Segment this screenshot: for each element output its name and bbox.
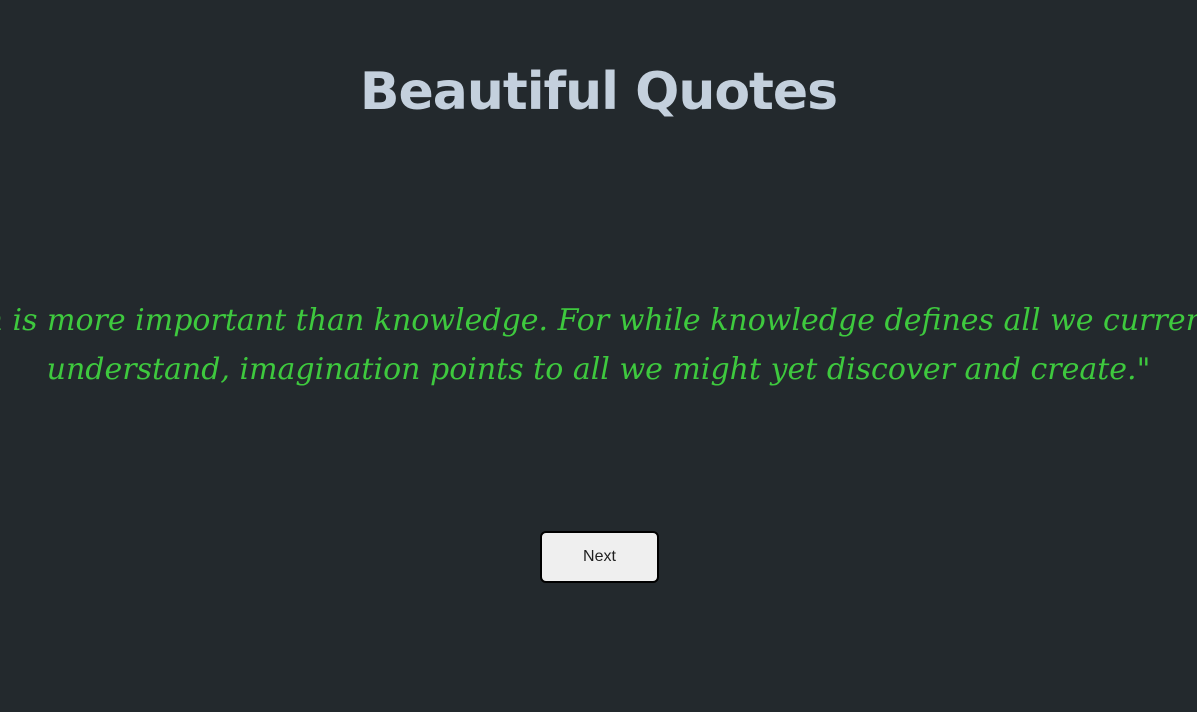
quote-line-1: ion is more important than knowledge. Fo… [0, 303, 1197, 338]
next-button[interactable]: Next [540, 531, 659, 583]
quote-line-2: understand, imagination points to all we… [46, 352, 1151, 387]
page-title: Beautiful Quotes [359, 62, 838, 122]
quote-page: Beautiful Quotes ion is more important t… [0, 0, 1197, 712]
quote-text: ion is more important than knowledge. Fo… [0, 296, 1197, 394]
